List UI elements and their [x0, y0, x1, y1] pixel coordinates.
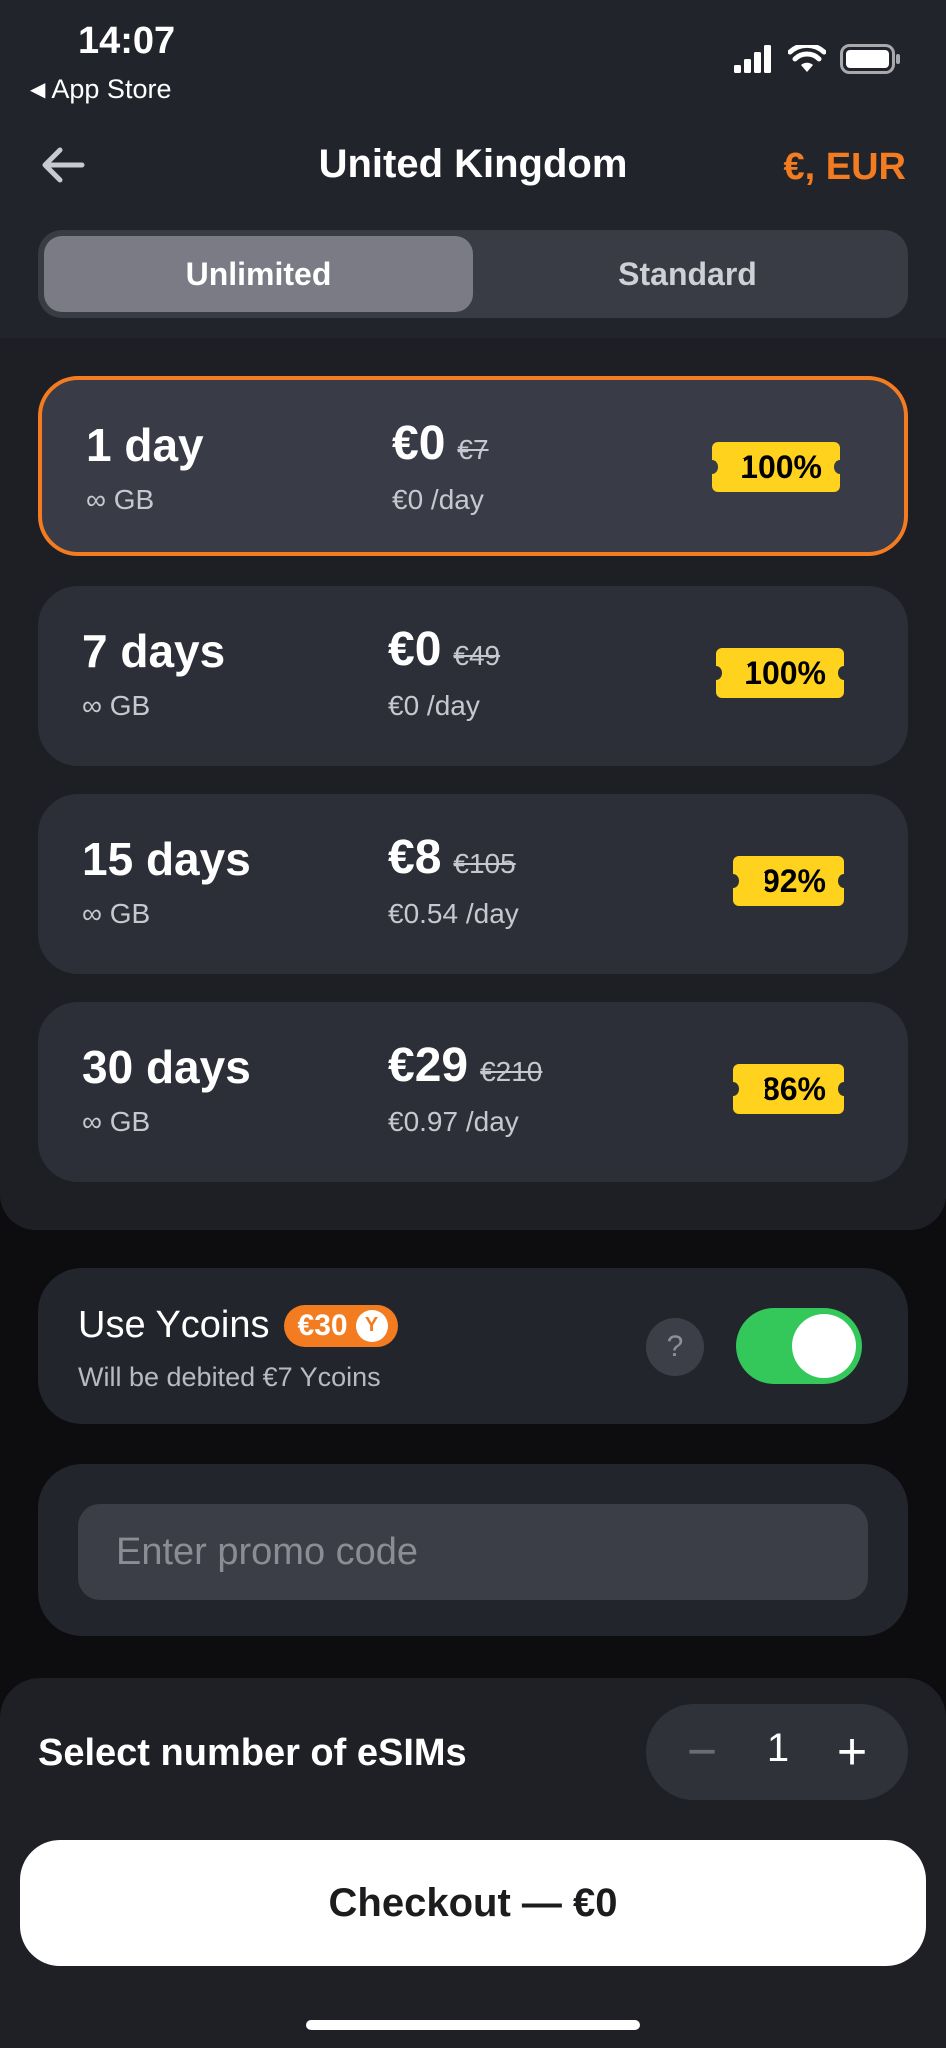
plan-data: ∞ GB [82, 1106, 151, 1137]
promo-code-input[interactable] [78, 1504, 868, 1600]
plan-price-value: €0 [392, 417, 446, 470]
plan-data: ∞ GB [82, 898, 151, 929]
top-panel: 14:07 ◀ App Store United Kingdom €, EUR … [0, 0, 946, 1230]
help-button[interactable]: ? [646, 1318, 704, 1376]
plan-old-price: €7 [457, 434, 489, 465]
plan-card-7-days[interactable]: 7 days ∞ GB €0 €49 €0 /day -100% [38, 586, 908, 766]
ycoins-card: Use Ycoins €30 Y Will be debited €7 Ycoi… [38, 1268, 908, 1424]
plan-per-day: €0.97 /day [388, 1106, 519, 1137]
esim-quantity-stepper: − 1 + [646, 1704, 908, 1800]
app-store-back-link[interactable]: ◀ App Store [30, 74, 171, 105]
ycoins-label: Use Ycoins €30 Y [78, 1304, 398, 1347]
discount-badge: -86% [727, 1064, 850, 1114]
plan-per-day: €0 /day [388, 690, 480, 721]
plan-type-tabs: Unlimited Standard [38, 230, 908, 318]
esim-count-label: Select number of eSIMs [38, 1732, 467, 1774]
status-time: 14:07 [78, 20, 176, 62]
back-triangle-icon: ◀ [30, 79, 46, 101]
app-store-label: App Store [51, 74, 172, 104]
plan-old-price: €210 [480, 1056, 543, 1087]
plan-duration: 1 day [86, 419, 204, 471]
battery-icon [840, 44, 900, 74]
checkout-button[interactable]: Checkout — €0 [20, 1840, 926, 1966]
status-icons [734, 44, 902, 74]
plan-card-15-days[interactable]: 15 days ∞ GB €8 €105 €0.54 /day -92% [38, 794, 908, 974]
plan-data: ∞ GB [86, 484, 155, 515]
esim-count: 1 [766, 1726, 790, 1770]
plans-list: 1 day ∞ GB €0 €7 €0 /day -100% 7 days ∞ G… [0, 338, 946, 1230]
ycoins-subtitle: Will be debited €7 Ycoins [78, 1362, 381, 1392]
plan-price-value: €8 [388, 831, 442, 884]
plan-per-day: €0 /day [392, 484, 484, 515]
header: United Kingdom €, EUR [0, 130, 946, 210]
plan-duration: 15 days [82, 833, 251, 885]
increment-button[interactable]: + [820, 1720, 884, 1784]
screen: 14:07 ◀ App Store United Kingdom €, EUR … [0, 0, 946, 2048]
decrement-button[interactable]: − [670, 1720, 734, 1784]
plan-duration: 7 days [82, 625, 226, 677]
currency-selector[interactable]: €, EUR [784, 146, 906, 189]
ycoins-balance: €30 [297, 1308, 348, 1342]
plan-data: ∞ GB [82, 690, 151, 721]
plan-price: €8 €105 [388, 830, 516, 885]
wifi-icon [788, 45, 826, 72]
ycoins-toggle[interactable] [736, 1308, 862, 1384]
plan-price: €0 €49 [388, 622, 500, 677]
signal-icon [734, 45, 771, 73]
plan-card-1-day[interactable]: 1 day ∞ GB €0 €7 €0 /day -100% [38, 376, 908, 556]
bottom-sheet: Select number of eSIMs − 1 + Checkout — … [0, 1678, 946, 2048]
plan-per-day: €0.54 /day [388, 898, 519, 929]
plan-old-price: €49 [453, 640, 501, 671]
tab-standard[interactable]: Standard [473, 236, 902, 312]
discount-badge: -92% [727, 856, 850, 906]
plan-price-value: €0 [388, 623, 442, 676]
ycoin-icon: Y [355, 1309, 388, 1342]
discount-badge: -100% [705, 442, 846, 492]
ycoins-title: Use Ycoins [78, 1304, 270, 1346]
promo-card [38, 1464, 908, 1636]
plan-price-value: €29 [388, 1039, 469, 1092]
ycoins-balance-badge: €30 Y [283, 1304, 398, 1347]
plan-price: €29 €210 [388, 1038, 542, 1093]
toggle-knob [792, 1314, 856, 1378]
plan-price: €0 €7 [392, 416, 489, 471]
discount-badge: -100% [709, 648, 850, 698]
plan-duration: 30 days [82, 1041, 251, 1093]
home-indicator [306, 2020, 640, 2030]
plan-card-30-days[interactable]: 30 days ∞ GB €29 €210 €0.97 /day -86% [38, 1002, 908, 1182]
tab-unlimited[interactable]: Unlimited [44, 236, 473, 312]
plan-old-price: €105 [453, 848, 516, 879]
